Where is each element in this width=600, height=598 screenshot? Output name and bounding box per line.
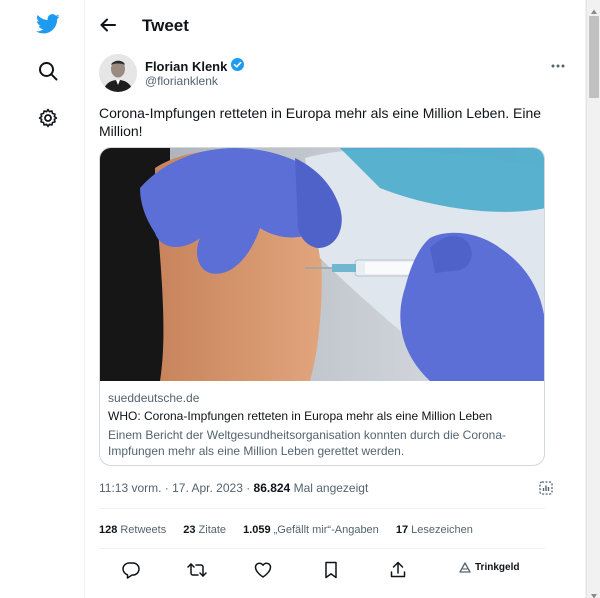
analytics-icon[interactable] [539, 481, 555, 497]
retweets-label: Retweets [120, 524, 167, 536]
quotes-stat[interactable]: 23 Zitate [183, 524, 226, 536]
quotes-label: Zitate [198, 524, 227, 536]
scroll-up-arrow-icon[interactable] [590, 3, 598, 14]
views-count: 86.824 [253, 481, 291, 495]
divider [99, 548, 545, 549]
card-description: Einem Bericht der Weltgesundheitsorganis… [108, 428, 507, 458]
vertical-scrollbar[interactable] [586, 0, 600, 598]
left-nav-rail [0, 0, 88, 598]
quotes-count: 23 [183, 524, 196, 536]
reply-icon[interactable] [121, 560, 141, 580]
card-domain: sueddeutsche.de [108, 391, 200, 405]
scroll-down-arrow-icon[interactable] [590, 587, 598, 598]
more-options-icon[interactable] [547, 58, 569, 74]
page-title: Tweet [142, 16, 189, 35]
bookmarks-count: 17 [395, 524, 409, 536]
likes-count: 1.059 [243, 524, 271, 536]
verified-badge-icon [231, 58, 245, 74]
tip-button[interactable]: Trinkgeld [459, 562, 519, 573]
back-arrow-icon[interactable] [97, 14, 119, 36]
top-bar: Tweet [85, 0, 585, 50]
retweets-count: 128 [99, 524, 118, 536]
author-handle[interactable]: @florianklenk [145, 74, 218, 88]
tweet-meta: 11:13 vorm. · 17. Apr. 2023 · 86.824 Mal… [99, 481, 569, 499]
gear-icon[interactable] [36, 106, 60, 130]
twitter-bird-icon[interactable] [36, 12, 60, 36]
divider [99, 508, 545, 509]
author-name-text: Florian Klenk [145, 58, 228, 74]
avatar[interactable] [99, 54, 137, 92]
author-name[interactable]: Florian Klenk [145, 58, 245, 74]
like-heart-icon[interactable] [253, 560, 273, 580]
retweets-stat[interactable]: 128 Retweets [99, 524, 166, 536]
card-title: WHO: Corona-Impfungen retteten in Europa… [108, 409, 493, 423]
tweet-author: Florian Klenk @florianklenk [99, 54, 569, 94]
tweet-stats: 128 Retweets 23 Zitate 1.059 „Gefällt mir“-… [99, 524, 569, 540]
tweet-text: Corona-Impfungen retteten in Europa mehr… [99, 105, 542, 139]
bookmarks-stat[interactable]: 17 Lesezeichen [396, 524, 473, 536]
tweet-timestamp[interactable]: 11:13 vorm. · 17. Apr. 2023 · [99, 481, 254, 495]
tip-icon [459, 562, 471, 573]
tweet-column: Tweet Florian Klenk @florianklenk Corona… [84, 0, 586, 598]
likes-stat[interactable]: 1.059 „Gefällt mir“-Angaben [243, 524, 379, 536]
link-card[interactable]: sueddeutsche.de WHO: Corona-Impfungen re… [99, 147, 545, 466]
tweet-actions: Trinkgeld [99, 558, 545, 582]
likes-label: „Gefällt mir“-Angaben [273, 524, 379, 536]
retweet-icon[interactable] [187, 560, 207, 580]
scroll-thumb[interactable] [589, 16, 599, 98]
bookmarks-label: Lesezeichen [411, 524, 473, 536]
bookmark-icon[interactable] [321, 560, 341, 580]
share-icon[interactable] [388, 560, 408, 580]
views-label: Mal angezeigt [290, 481, 369, 495]
card-image [100, 148, 544, 381]
tip-label: Trinkgeld [475, 562, 520, 573]
search-icon[interactable] [36, 59, 60, 83]
